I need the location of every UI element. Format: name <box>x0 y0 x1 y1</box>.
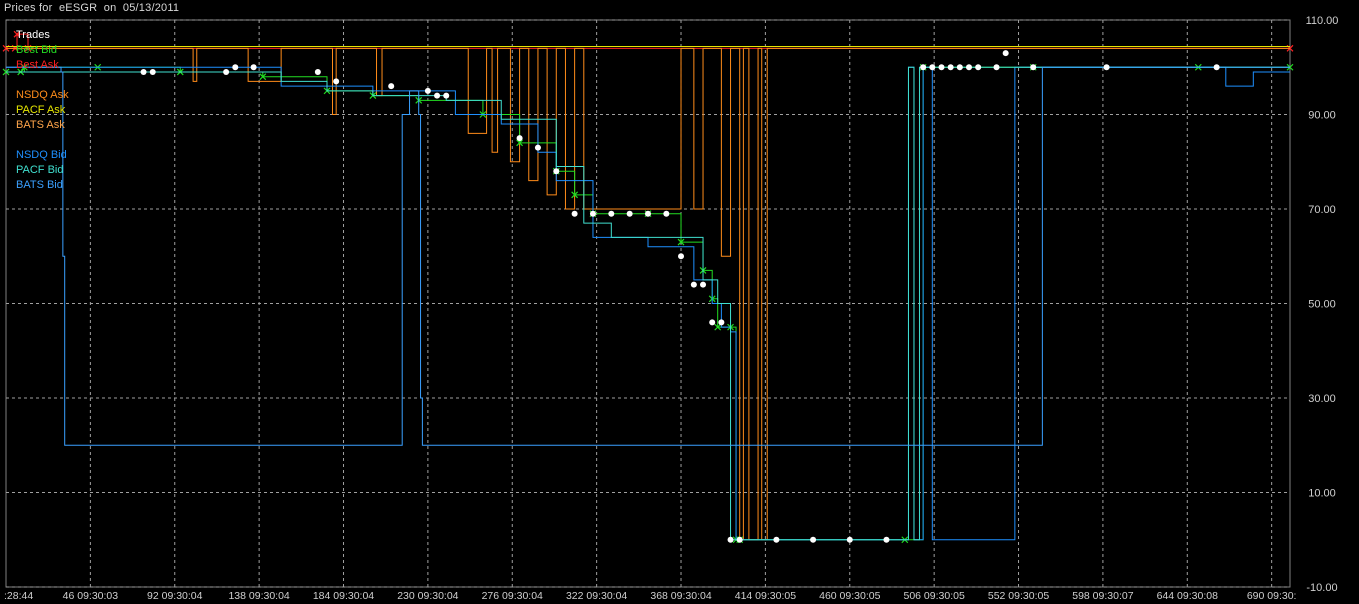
trade-point <box>727 536 734 543</box>
y-tick-label: 70.00 <box>1308 204 1336 216</box>
grid-lines <box>5 19 1291 588</box>
y-tick-label: -10.00 <box>1306 582 1337 594</box>
trade-point <box>232 64 239 71</box>
trade-point <box>709 319 716 326</box>
trade-point <box>571 210 578 217</box>
trade-point <box>250 64 257 71</box>
y-tick-label: 10.00 <box>1308 488 1336 500</box>
series-layer <box>2 30 1294 544</box>
series-trades <box>140 50 1220 543</box>
trade-point <box>883 536 890 543</box>
trade-point <box>947 64 954 71</box>
trade-point <box>773 536 780 543</box>
y-tick-label: 110.00 <box>1306 15 1339 27</box>
trade-point <box>140 68 147 75</box>
trade-point <box>1002 50 1009 57</box>
legend-item-nsdq-ask: NSDQ Ask <box>16 89 69 101</box>
trade-point <box>929 64 936 71</box>
trade-point <box>810 536 817 543</box>
x-tick-label: 368 09:30:04 <box>650 590 711 602</box>
trade-point <box>956 64 963 71</box>
x-tick-label: 276 09:30:04 <box>482 590 543 602</box>
trade-point <box>424 87 431 94</box>
x-tick-label: 598 09:30:07 <box>1072 590 1133 602</box>
trade-point <box>149 68 156 75</box>
x-tick-label: 460 09:30:05 <box>819 590 880 602</box>
series-nsdq-ask <box>6 47 1290 541</box>
trade-point <box>700 281 707 288</box>
legend-item-bats-bid: BATS Bid <box>16 179 63 191</box>
x-tick-label: 230 09:30:04 <box>397 590 458 602</box>
trade-point <box>626 210 633 217</box>
trade-point <box>993 64 1000 71</box>
trade-point <box>938 64 945 71</box>
trade-point <box>388 83 395 90</box>
series-line <box>6 66 1290 446</box>
series-line <box>6 47 1290 541</box>
trade-point <box>1213 64 1220 71</box>
trade-point <box>553 168 560 175</box>
trade-point <box>534 144 541 151</box>
legend-item-bats-ask: BATS Ask <box>16 119 65 131</box>
series-bats-bid <box>6 66 1290 446</box>
legend-item-best-ask: Best Ask <box>16 59 59 71</box>
price-chart: 110.00 90.00 70.00 50.00 30.00 10.00 -10.00 :2… <box>2 15 1339 602</box>
legend-item-best-bid: Best Bid <box>16 44 57 56</box>
legend-item-pacf-ask: PACF Ask <box>16 104 66 116</box>
trade-point <box>846 536 853 543</box>
trade-point <box>516 135 523 142</box>
trade-point <box>645 210 651 217</box>
x-tick-label: 690 09:30: <box>1247 590 1297 602</box>
trade-point <box>920 64 927 71</box>
x-tick-label: 138 09:30:04 <box>228 590 289 602</box>
trade-point <box>718 319 725 326</box>
trade-point <box>434 92 441 99</box>
trade-point <box>1103 64 1110 71</box>
y-tick-label: 30.00 <box>1308 393 1336 405</box>
trade-point <box>975 64 982 71</box>
y-axis: 110.00 90.00 70.00 50.00 30.00 10.00 -10.00 <box>1306 15 1339 594</box>
x-tick-label: 414 09:30:05 <box>735 590 796 602</box>
legend-item-pacf-bid: PACF Bid <box>16 164 64 176</box>
x-tick-label: 322 09:30:04 <box>566 590 627 602</box>
trade-point <box>663 210 670 217</box>
x-tick-label: :28:44 <box>4 590 33 602</box>
trade-point <box>333 78 340 85</box>
trade-point <box>736 536 743 543</box>
x-tick-label: 506 09:30:05 <box>903 590 964 602</box>
x-tick-label: 92 09:30:04 <box>147 590 203 602</box>
trade-point <box>1030 64 1037 71</box>
x-tick-label: 184 09:30:04 <box>313 590 374 602</box>
trade-point <box>690 281 697 288</box>
trade-point <box>223 68 230 75</box>
x-tick-label: 552 09:30:05 <box>988 590 1049 602</box>
trade-point <box>678 253 685 260</box>
y-tick-label: 50.00 <box>1308 299 1336 311</box>
x-axis: :28:44 46 09:30:03 92 09:30:04 138 09:30:04… <box>4 590 1296 602</box>
trade-point <box>966 64 972 71</box>
trade-point <box>314 68 321 75</box>
legend-item-trades: Trades <box>16 29 50 41</box>
trade-point <box>589 210 596 217</box>
trade-point <box>608 210 615 217</box>
trade-point <box>443 92 450 99</box>
y-tick-label: 90.00 <box>1308 110 1336 122</box>
x-tick-label: 644 09:30:08 <box>1157 590 1218 602</box>
x-tick-label: 46 09:30:03 <box>63 590 119 602</box>
legend-item-nsdq-bid: NSDQ Bid <box>16 149 67 161</box>
